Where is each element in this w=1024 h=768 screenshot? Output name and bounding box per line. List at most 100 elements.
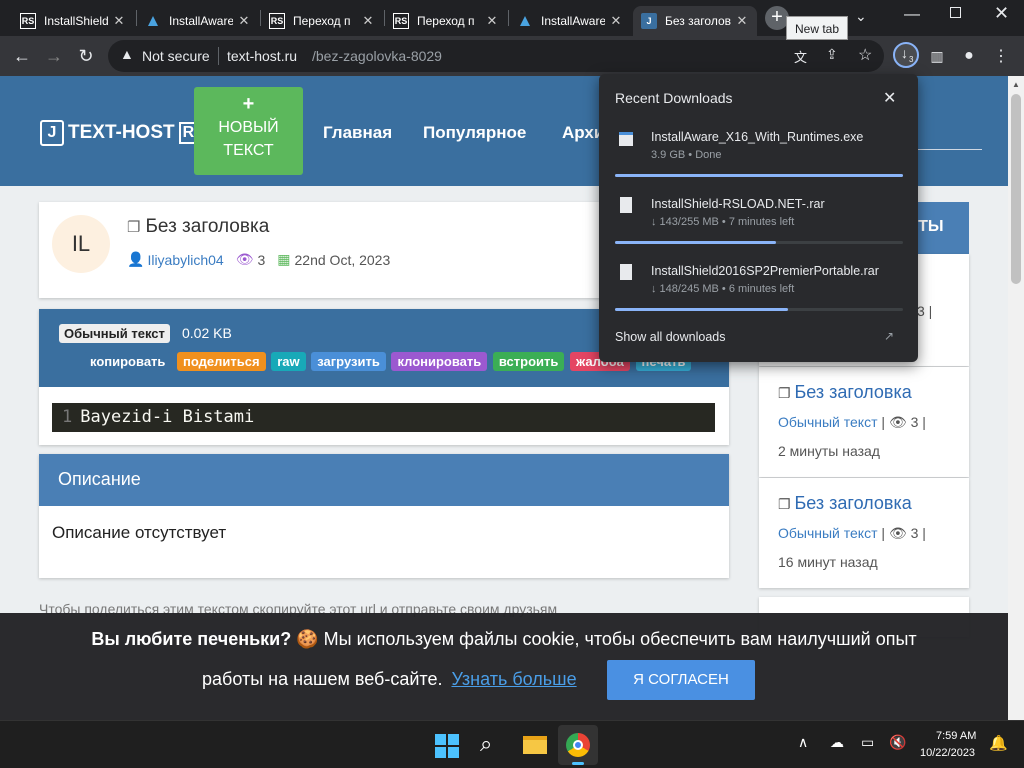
new-tab-tooltip: New tab [786, 16, 849, 40]
sidebar-item-type[interactable]: Обычный текст [778, 414, 878, 430]
sidebar-item-time: 2 минуты назад [778, 443, 880, 459]
notification-bell-icon[interactable]: 🔔 [989, 734, 1008, 752]
tab-title: Переход п [417, 14, 475, 28]
paste-size: 0.02 KB [182, 325, 232, 341]
eye-icon: 👁 [235, 251, 254, 267]
close-icon[interactable]: ✕ [609, 13, 623, 29]
sidebar-item[interactable]: ❐ Без заголовка Обычный текст | 👁 3 | 2 … [759, 367, 969, 477]
chrome-taskbar-button[interactable] [558, 725, 598, 765]
new-text-button[interactable]: + НОВЫЙ ТЕКСТ [194, 87, 303, 175]
downloads-title: Recent Downloads [615, 90, 733, 106]
translate-icon[interactable]: 文 [794, 47, 807, 66]
maximize-button[interactable] [950, 7, 961, 18]
clock-date[interactable]: 10/22/2023 [920, 747, 975, 759]
download-item-3[interactable]: InstallShield2016SP2PremierPortable.rar … [615, 264, 903, 314]
search-icon[interactable]: ⌕ [480, 731, 492, 757]
close-icon[interactable]: ✕ [883, 88, 896, 108]
embed-button[interactable]: встроить [492, 352, 565, 371]
close-window-button[interactable]: ✕ [994, 3, 1009, 24]
nav-home[interactable]: Главная [323, 123, 392, 143]
url-path[interactable]: /bez-zagolovka-8029 [312, 48, 442, 64]
download-button[interactable]: загрузить [311, 352, 386, 371]
agree-button[interactable]: Я СОГЛАСЕН [607, 660, 755, 700]
sidebar-item-title[interactable]: Без заголовка [794, 382, 911, 402]
chevron-up-icon[interactable]: ∧ [798, 734, 808, 751]
cookie-question: Вы любите печеньки? [91, 629, 292, 649]
download-progress [615, 241, 776, 244]
tab-strip: RS InstallShield ✕ InstallAware ✕ RS Пер… [0, 0, 1024, 40]
back-icon[interactable]: ← [10, 44, 34, 68]
tab-title: Без заголов [665, 14, 731, 28]
close-icon[interactable]: ✕ [485, 13, 499, 29]
side-panel-icon[interactable]: ▥ [925, 44, 949, 68]
cookie-emoji-icon: 🍪 [296, 629, 319, 649]
clock-time[interactable]: 7:59 AM [936, 730, 976, 742]
show-all-downloads-link[interactable]: Show all downloads [615, 330, 726, 344]
copy-button[interactable]: копировать [84, 352, 172, 371]
sound-muted-icon[interactable]: 🔇 [889, 734, 906, 751]
logo-j-icon: J [40, 120, 64, 146]
tab-2[interactable]: InstallAware ✕ [137, 6, 259, 36]
sidebar-item-time: 16 минут назад [778, 554, 878, 570]
forward-icon[interactable]: → [42, 44, 66, 68]
minimize-button[interactable]: — [904, 6, 920, 24]
downloads-button[interactable]: ↓ 3 [893, 42, 919, 68]
download-count-badge: 3 [909, 55, 914, 64]
tab-6-active[interactable]: J Без заголов ✕ [633, 6, 757, 36]
profile-icon[interactable]: ● [957, 44, 981, 68]
address-bar[interactable]: ▲ Not secure text-host.ru /bez-zagolovka… [108, 40, 884, 72]
nav-popular[interactable]: Популярное [423, 123, 526, 143]
download-item-1[interactable]: InstallAware_X16_With_Runtimes.exe 3.9 G… [615, 130, 903, 180]
code-block[interactable]: 1 Bayezid-i Bistami [52, 403, 715, 432]
sidebar-item-title[interactable]: Без заголовка [794, 493, 911, 513]
close-icon[interactable]: ✕ [735, 13, 749, 29]
download-progress [615, 174, 903, 177]
share-icon[interactable]: ⇪ [826, 46, 838, 63]
tab-3[interactable]: RS Переход п ✕ [261, 6, 383, 36]
bookmark-star-icon[interactable]: ☆ [858, 45, 872, 65]
document-icon: ❐ [778, 385, 795, 401]
menu-icon[interactable]: ⋮ [989, 44, 1013, 68]
close-icon[interactable]: ✕ [112, 13, 126, 29]
tab-title: InstallShield [44, 14, 108, 28]
exe-file-icon [619, 132, 633, 146]
tab-search-icon[interactable]: ⌄ [855, 8, 867, 25]
reload-icon[interactable]: ↻ [74, 44, 98, 68]
rs-favicon-icon: RS [20, 13, 36, 29]
download-item-2[interactable]: InstallShield-RSLOAD.NET-.rar ↓ 143/255 … [615, 197, 903, 247]
close-icon[interactable]: ✕ [237, 13, 251, 29]
scrollbar[interactable]: ▲ [1008, 76, 1024, 720]
nav-archive[interactable]: Архи [562, 123, 604, 143]
rs-favicon-icon: RS [393, 13, 409, 29]
tab-5[interactable]: InstallAware ✕ [509, 6, 631, 36]
windows-start-icon[interactable] [435, 734, 459, 758]
cookie-text: Мы используем файлы cookie, чтобы обеспе… [323, 629, 917, 649]
file-icon [620, 197, 632, 213]
sidebar-item-type[interactable]: Обычный текст [778, 525, 878, 541]
tab-4[interactable]: RS Переход п ✕ [385, 6, 507, 36]
download-progress [615, 308, 788, 311]
open-external-icon[interactable]: ↗ [884, 329, 894, 343]
downloads-popup: Recent Downloads ✕ InstallAware_X16_With… [599, 74, 918, 362]
weather-icon[interactable]: ☁ [830, 734, 844, 751]
site-logo[interactable]: J TEXT-HOST RU [40, 120, 210, 146]
share-button[interactable]: поделиться [177, 352, 266, 371]
learn-more-link[interactable]: Узнать больше [451, 669, 576, 689]
warning-icon[interactable]: ▲ [120, 46, 134, 62]
tab-title: Переход п [293, 14, 351, 28]
url-host[interactable]: text-host.ru [227, 48, 297, 64]
rs-favicon-icon: RS [269, 13, 285, 29]
calendar-icon: ▦ [277, 251, 291, 267]
author-link[interactable]: Iliyabylich04 [147, 252, 223, 268]
scrollbar-thumb[interactable] [1011, 94, 1021, 284]
security-label[interactable]: Not secure [142, 48, 210, 64]
clone-button[interactable]: клонировать [391, 352, 488, 371]
tab-1[interactable]: RS InstallShield ✕ [12, 6, 134, 36]
file-explorer-icon[interactable] [523, 736, 547, 754]
display-icon[interactable]: ▭ [861, 734, 874, 751]
installaware-favicon-icon [517, 13, 533, 29]
raw-button[interactable]: raw [271, 352, 306, 371]
close-icon[interactable]: ✕ [361, 13, 375, 29]
installaware-favicon-icon [145, 13, 161, 29]
sidebar-item[interactable]: ❐ Без заголовка Обычный текст | 👁 3 | 16… [759, 478, 969, 588]
